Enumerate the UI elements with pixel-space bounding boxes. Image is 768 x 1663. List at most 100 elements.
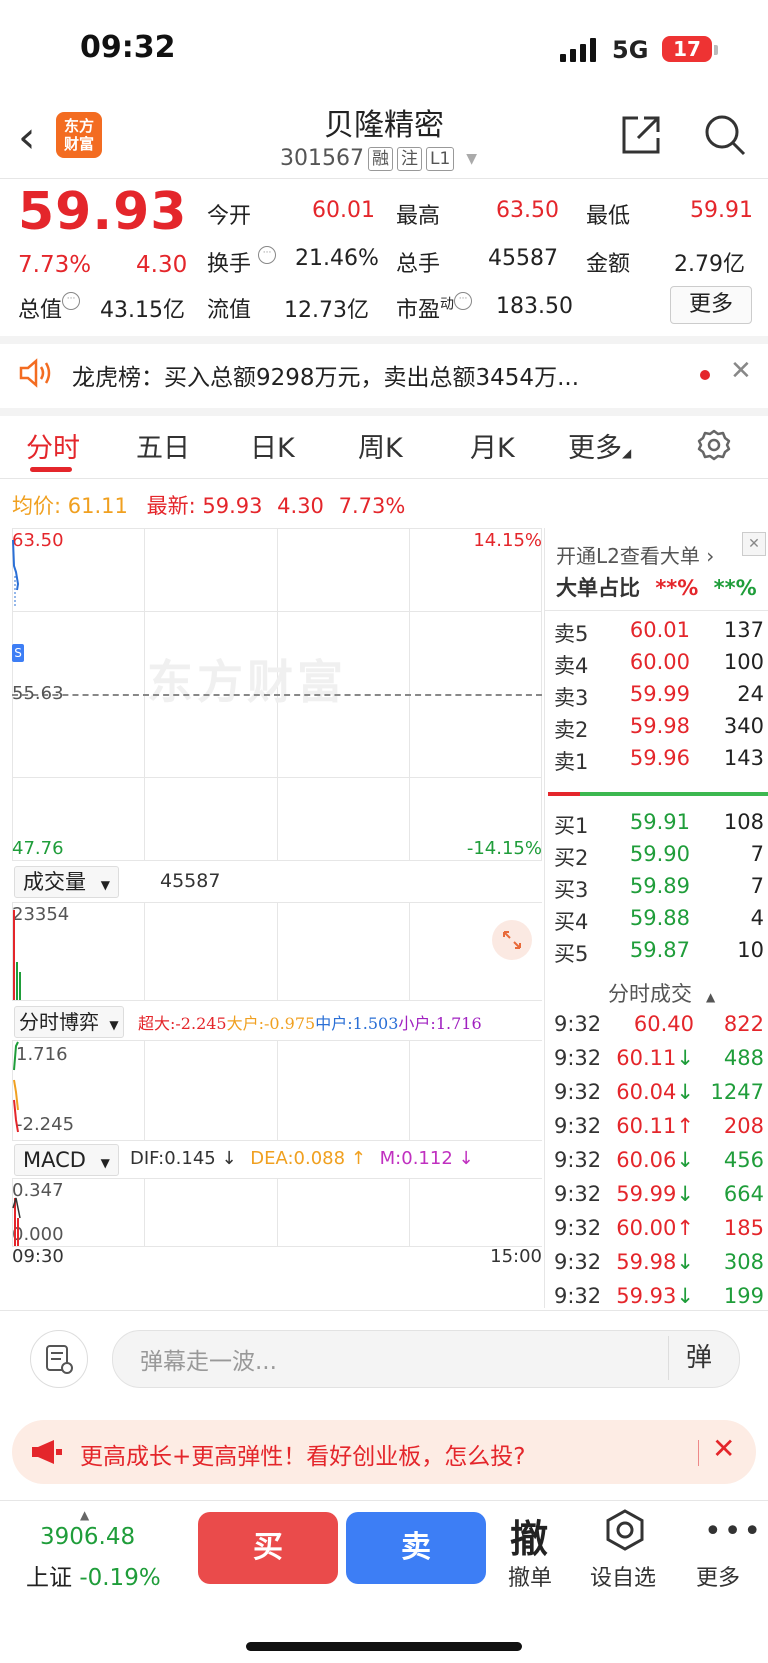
volume-bars	[13, 910, 21, 1000]
amount-value: 2.79亿	[674, 252, 745, 277]
price-line	[12, 539, 20, 608]
turnover-label: 换手 ···	[207, 246, 277, 278]
volume-value: 45587	[488, 246, 558, 271]
home-indicator	[246, 1642, 522, 1651]
dragon-tiger-notice[interactable]: 龙虎榜：买入总额9298万元，卖出总额3454万...	[72, 358, 579, 392]
divider	[0, 336, 768, 344]
order-book-panel: 开通L2查看大单 › ✕ 大单占比 **% **% 卖5 60.01 137 卖4 6…	[544, 528, 768, 1308]
macd-indicator-select[interactable]: MACD ▼	[14, 1144, 119, 1176]
network-type: 5G	[612, 36, 649, 64]
trade-row: 9:32 60.11↑ 208	[554, 1114, 764, 1138]
speaker-icon	[18, 358, 54, 392]
clock: 09:32	[80, 30, 176, 65]
trades-header[interactable]: 分时成交 ▲	[608, 978, 715, 1008]
change-pct: 7.73%	[18, 252, 92, 278]
sell-marker-icon: S	[12, 644, 24, 662]
mktcap-label: 总值 ···	[18, 292, 81, 324]
index-name-row[interactable]: 上证 -0.19%	[26, 1558, 161, 1592]
price-summary-line: 均价: 61.11 最新: 59.93 4.30 7.73%	[12, 494, 406, 518]
pct-min-label: -14.15%	[466, 838, 542, 859]
bid-row[interactable]: 买1 59.91 108	[554, 810, 764, 842]
ask-row[interactable]: 卖2 59.98 340	[554, 714, 764, 746]
tab-weekly-k[interactable]: 周K	[358, 426, 403, 465]
tab-more[interactable]: 更多◢	[568, 426, 631, 465]
cancel-order-icon[interactable]: 撤	[510, 1508, 548, 1563]
divider	[0, 1310, 768, 1311]
expand-icon[interactable]	[492, 920, 532, 960]
trade-row: 9:32 60.04↓ 1247	[554, 1080, 764, 1104]
danmaku-toggle-button[interactable]: 弹	[668, 1336, 729, 1380]
info-icon: ···	[258, 246, 277, 264]
info-icon: ···	[62, 292, 81, 310]
tab-five-day[interactable]: 五日	[136, 426, 190, 465]
more-icon[interactable]: •••	[704, 1514, 763, 1549]
unread-dot	[700, 370, 710, 380]
ask-row[interactable]: 卖5 60.01 137	[554, 618, 764, 650]
status-bar: 09:32 5G 17	[0, 0, 768, 90]
high-label: 最高	[396, 204, 441, 229]
low-label: 最低	[586, 204, 631, 229]
tab-intraday[interactable]: 分时	[26, 426, 80, 465]
price-min-label: 47.76	[12, 838, 64, 859]
ask-row[interactable]: 卖1 59.96 143	[554, 746, 764, 778]
megaphone-icon	[30, 1438, 64, 1470]
l2-upgrade-link[interactable]: 开通L2查看大单 ›	[556, 540, 714, 569]
trade-row: 9:32 60.40 822	[554, 1012, 764, 1036]
comment-list-icon[interactable]	[30, 1330, 88, 1388]
macd-legend: DIF:0.145 ↓ DEA:0.088 ↑ M:0.112 ↓	[130, 1148, 474, 1169]
ask-row[interactable]: 卖4 60.00 100	[554, 650, 764, 682]
close-icon[interactable]: ✕	[742, 532, 766, 556]
trade-row: 9:32 59.93↓ 199	[554, 1284, 764, 1308]
float-value: 12.73亿	[284, 298, 369, 323]
share-icon[interactable]	[618, 112, 664, 162]
pct-max-label: 14.15%	[473, 530, 542, 551]
game-min-label: -2.245	[16, 1114, 75, 1135]
bid-row[interactable]: 买5 59.87 10	[554, 938, 764, 970]
ask-row[interactable]: 卖3 59.99 24	[554, 682, 764, 714]
change-amount: 4.30	[136, 252, 188, 278]
trade-row: 9:32 59.99↓ 664	[554, 1182, 764, 1206]
promo-text: 更高成长+更高弹性！看好创业板，怎么投?	[80, 1444, 526, 1470]
volume-indicator-select[interactable]: 成交量 ▼	[14, 866, 119, 898]
add-watchlist-icon[interactable]	[603, 1508, 647, 1556]
tab-monthly-k[interactable]: 月K	[470, 426, 515, 465]
sell-button[interactable]: 卖	[346, 1512, 486, 1584]
prev-close-label: 55.63	[12, 683, 64, 704]
bid-row[interactable]: 买2 59.90 7	[554, 842, 764, 874]
big-order-ratio: 大单占比 **% **%	[556, 576, 757, 600]
bid-row[interactable]: 买3 59.89 7	[554, 874, 764, 906]
volume-label: 总手	[396, 252, 441, 277]
intraday-chart[interactable]: 东方财富 63.50 14.15% 55.63 47.76 -14.15% S …	[12, 528, 542, 1267]
chevron-up-icon[interactable]: ▲	[80, 1508, 89, 1522]
tag-level: L1	[425, 146, 455, 171]
time-start-label: 09:30	[12, 1246, 64, 1267]
add-watchlist-label[interactable]: 设自选	[590, 1560, 656, 1592]
bid-row[interactable]: 买4 59.88 4	[554, 906, 764, 938]
game-indicator-select[interactable]: 分时博弈 ▼	[14, 1006, 124, 1038]
close-icon[interactable]: ✕	[730, 356, 752, 386]
tab-daily-k[interactable]: 日K	[250, 426, 295, 465]
close-icon[interactable]: ✕	[712, 1432, 735, 1465]
divider	[0, 178, 768, 179]
ratio-bar-red	[548, 792, 580, 796]
stock-code-row[interactable]: 301567 融 注 L1 ▼	[280, 146, 477, 171]
volume-value: 45587	[160, 870, 221, 892]
pe-label: 市盈动 ···	[396, 292, 473, 324]
ratio-bar-green	[580, 792, 768, 796]
more-label[interactable]: 更多	[696, 1560, 740, 1592]
search-icon[interactable]	[702, 112, 748, 162]
chevron-down-icon[interactable]: ▼	[466, 151, 477, 167]
index-value[interactable]: 3906.48	[40, 1524, 135, 1550]
danmaku-placeholder: 弹幕走一波...	[140, 1349, 277, 1375]
battery-icon: 17	[662, 36, 712, 62]
buy-button[interactable]: 买	[198, 1512, 338, 1584]
cancel-order-label[interactable]: 撤单	[508, 1560, 552, 1592]
mktcap-value: 43.15亿	[100, 298, 185, 323]
divider	[0, 478, 768, 479]
more-quote-button[interactable]: 更多	[670, 286, 752, 324]
watermark: 东方财富	[147, 655, 347, 709]
trade-row: 9:32 60.11↓ 488	[554, 1046, 764, 1070]
signal-icon	[560, 38, 604, 62]
gear-icon[interactable]	[697, 428, 731, 466]
open-value: 60.01	[312, 198, 375, 223]
